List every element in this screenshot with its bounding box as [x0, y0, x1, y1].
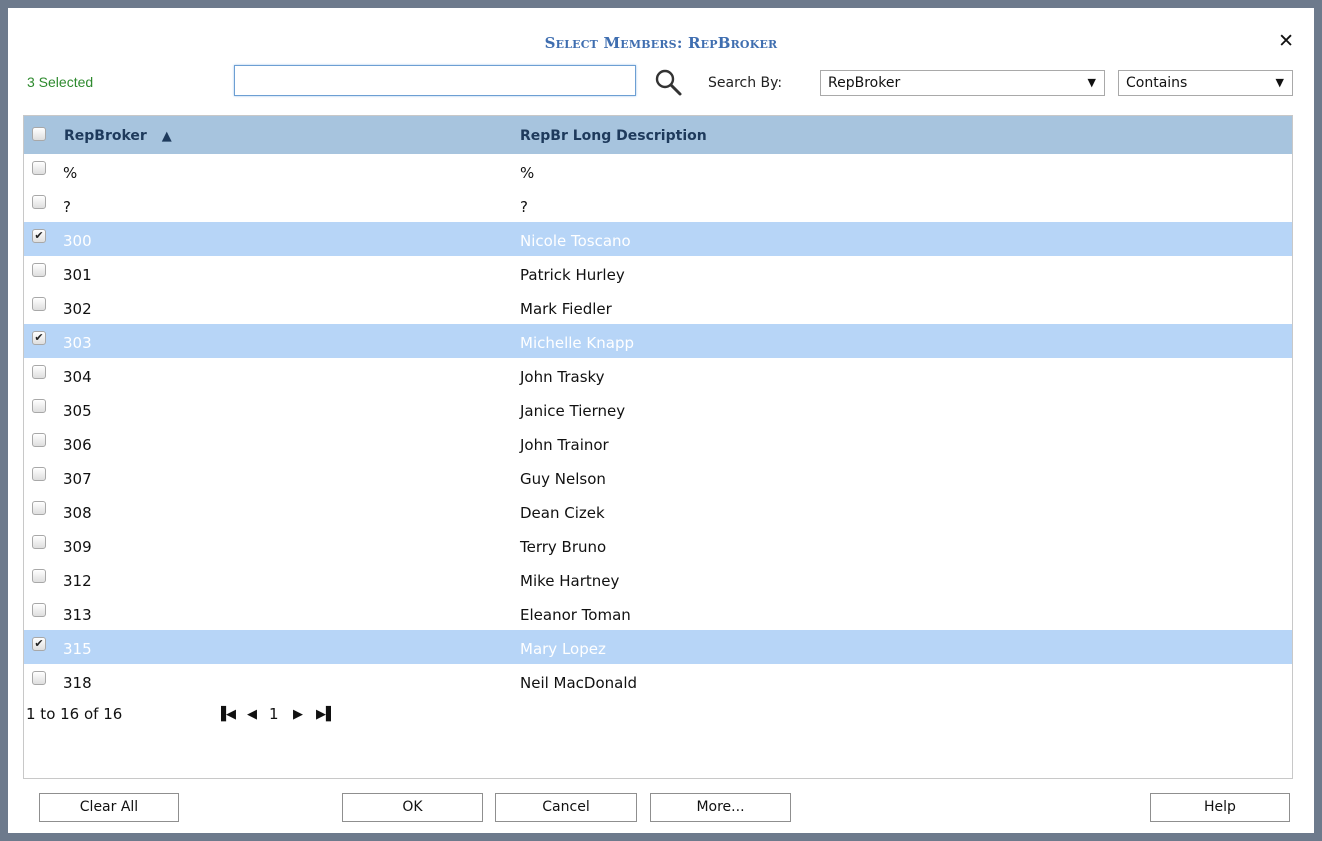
table-row[interactable]: 304 John Trasky [24, 358, 1292, 392]
repbroker-description: Mary Lopez [520, 640, 606, 658]
repbroker-description: Patrick Hurley [520, 266, 625, 284]
table-row[interactable]: ?? [24, 188, 1292, 222]
row-checkbox[interactable] [32, 161, 46, 175]
match-type-value: Contains [1126, 75, 1188, 91]
table-row[interactable]: 305 Janice Tierney [24, 392, 1292, 426]
repbroker-code: % [63, 164, 78, 182]
repbroker-description: ? [520, 198, 528, 216]
search-icon[interactable] [653, 67, 683, 97]
ok-button[interactable]: OK [342, 793, 483, 822]
close-icon[interactable]: ✕ [1278, 31, 1294, 51]
search-input[interactable] [234, 65, 636, 96]
repbroker-code: 315 [63, 640, 92, 658]
column-label: RepBr Long Description [520, 128, 707, 144]
repbroker-code: 306 [63, 436, 92, 454]
cancel-button[interactable]: Cancel [495, 793, 637, 822]
repbroker-description: Terry Bruno [520, 538, 607, 556]
prev-page-icon[interactable]: ◀ [247, 707, 257, 722]
row-checkbox[interactable]: ✔ [32, 331, 46, 345]
match-type-select[interactable]: Contains ▼ [1118, 70, 1293, 96]
repbroker-code: 303 [63, 334, 92, 352]
clear-all-button[interactable]: Clear All [39, 793, 179, 822]
table-row[interactable]: 309 Terry Bruno [24, 528, 1292, 562]
table-row[interactable]: ✔ 303 Michelle Knapp [24, 324, 1292, 358]
search-by-select[interactable]: RepBroker ▼ [820, 70, 1105, 96]
repbroker-code: 313 [63, 606, 92, 624]
table-row[interactable]: 312 Mike Hartney [24, 562, 1292, 596]
row-checkbox[interactable]: ✔ [32, 637, 46, 651]
table-row[interactable]: 307 Guy Nelson [24, 460, 1292, 494]
row-checkbox[interactable] [32, 501, 46, 515]
repbroker-code: 309 [63, 538, 92, 556]
table-row[interactable]: 301 Patrick Hurley [24, 256, 1292, 290]
repbroker-description: Eleanor Toman [520, 606, 631, 624]
repbroker-code: 318 [63, 674, 92, 692]
row-checkbox[interactable] [32, 603, 46, 617]
row-checkbox[interactable] [32, 671, 46, 685]
page-number: 1 [269, 705, 279, 723]
repbroker-description: Janice Tierney [520, 402, 626, 420]
row-checkbox[interactable] [32, 263, 46, 277]
repbroker-description: Dean Cizek [520, 504, 605, 522]
selected-count: 3 Selected [27, 74, 94, 90]
next-page-icon[interactable]: ▶ [293, 707, 303, 722]
table-row[interactable]: 306 John Trainor [24, 426, 1292, 460]
row-checkbox[interactable] [32, 467, 46, 481]
repbroker-code: 308 [63, 504, 92, 522]
grid-header: RepBroker ▲ RepBr Long Description [24, 116, 1292, 154]
row-checkbox[interactable] [32, 297, 46, 311]
repbroker-description: Nicole Toscano [520, 232, 631, 250]
column-header-description[interactable]: RepBr Long Description [520, 128, 707, 144]
row-checkbox[interactable] [32, 433, 46, 447]
table-row[interactable]: ✔ 315 Mary Lopez [24, 630, 1292, 664]
repbroker-code: 302 [63, 300, 92, 318]
row-checkbox[interactable] [32, 569, 46, 583]
members-grid: RepBroker ▲ RepBr Long Description %%?? ✔… [23, 115, 1293, 779]
repbroker-code: 304 [63, 368, 92, 386]
dropdown-arrow-icon: ▼ [1087, 76, 1096, 89]
repbroker-description: Michelle Knapp [520, 334, 635, 352]
repbroker-description: John Trasky [520, 368, 605, 386]
select-all-checkbox[interactable] [32, 127, 46, 141]
repbroker-code: 300 [63, 232, 92, 250]
select-members-dialog: Select Members: RepBroker ✕ 3 Selected S… [8, 8, 1314, 833]
column-label: RepBroker [64, 128, 147, 144]
pager-range: 1 to 16 of 16 [26, 705, 123, 723]
row-checkbox[interactable] [32, 535, 46, 549]
table-row[interactable]: 318 Neil MacDonald [24, 664, 1292, 698]
repbroker-description: Mark Fiedler [520, 300, 612, 318]
last-page-icon[interactable]: ▶▌ [316, 707, 336, 722]
repbroker-code: ? [63, 198, 71, 216]
repbroker-code: 305 [63, 402, 92, 420]
repbroker-description: Mike Hartney [520, 572, 620, 590]
dropdown-arrow-icon: ▼ [1275, 76, 1284, 89]
more-button[interactable]: More... [650, 793, 791, 822]
table-row[interactable]: %% [24, 154, 1292, 188]
repbroker-description: John Trainor [520, 436, 609, 454]
repbroker-code: 312 [63, 572, 92, 590]
repbroker-description: % [520, 164, 535, 182]
dialog-title: Select Members: RepBroker [544, 34, 778, 52]
search-by-label: Search By: [708, 75, 783, 91]
repbroker-code: 307 [63, 470, 92, 488]
table-row[interactable]: ✔ 300 Nicole Toscano [24, 222, 1292, 256]
help-button[interactable]: Help [1150, 793, 1290, 822]
table-row[interactable]: 302 Mark Fiedler [24, 290, 1292, 324]
row-checkbox[interactable] [32, 195, 46, 209]
first-page-icon[interactable]: ▐◀ [216, 707, 236, 722]
row-checkbox[interactable] [32, 399, 46, 413]
table-row[interactable]: 313 Eleanor Toman [24, 596, 1292, 630]
column-header-repbroker[interactable]: RepBroker ▲ [64, 128, 172, 144]
row-checkbox[interactable] [32, 365, 46, 379]
row-checkbox[interactable]: ✔ [32, 229, 46, 243]
search-by-value: RepBroker [828, 75, 901, 91]
repbroker-description: Guy Nelson [520, 470, 606, 488]
table-row[interactable]: 308 Dean Cizek [24, 494, 1292, 528]
repbroker-code: 301 [63, 266, 92, 284]
repbroker-description: Neil MacDonald [520, 674, 638, 692]
sort-ascending-icon: ▲ [161, 129, 172, 144]
